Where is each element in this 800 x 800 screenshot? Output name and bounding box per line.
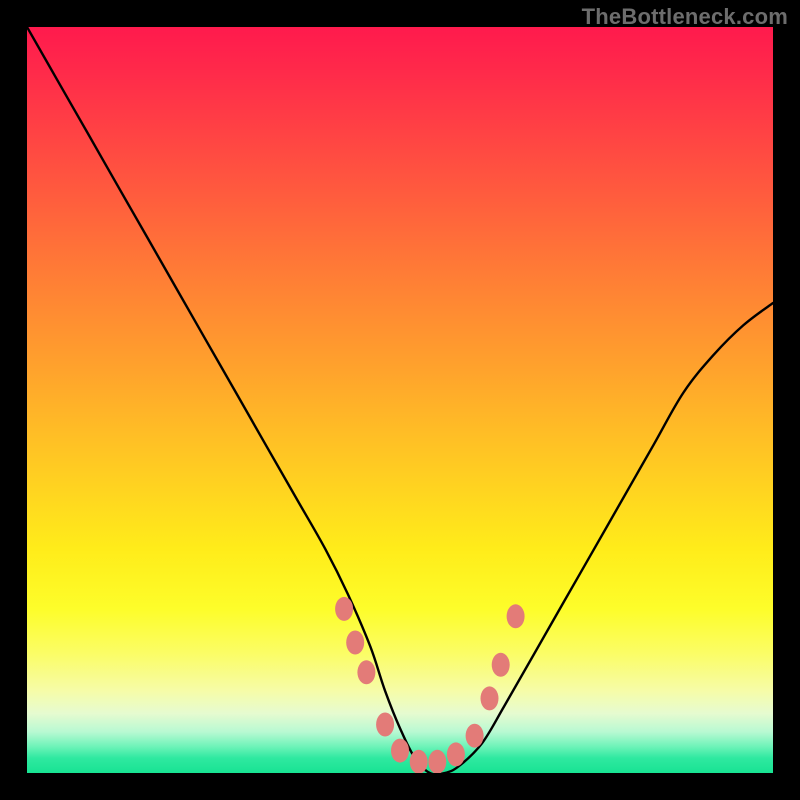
- curve-marker: [507, 604, 525, 628]
- curve-marker: [357, 660, 375, 684]
- curve-marker: [335, 597, 353, 621]
- curve-marker: [376, 713, 394, 737]
- curve-marker: [428, 750, 446, 773]
- curve-marker: [481, 686, 499, 710]
- plot-area: [27, 27, 773, 773]
- outer-frame: TheBottleneck.com: [0, 0, 800, 800]
- bottleneck-curve: [27, 27, 773, 773]
- curve-marker: [447, 742, 465, 766]
- curve-markers: [335, 597, 524, 773]
- curve-marker: [391, 739, 409, 763]
- curve-marker: [410, 750, 428, 773]
- curve-marker: [466, 724, 484, 748]
- curve-layer: [27, 27, 773, 773]
- curve-marker: [346, 631, 364, 655]
- curve-marker: [492, 653, 510, 677]
